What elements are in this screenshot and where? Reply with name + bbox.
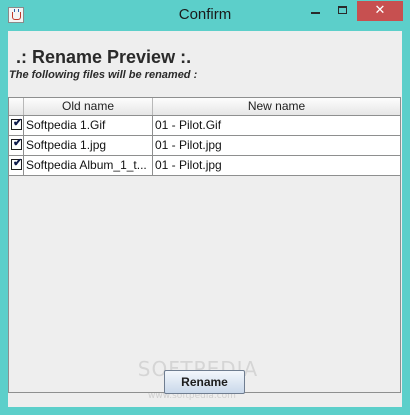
- old-name-cell[interactable]: Softpedia 1.Gif: [24, 116, 153, 135]
- new-name-cell[interactable]: 01 - Pilot.jpg: [153, 136, 400, 155]
- table-row[interactable]: ✔ Softpedia 1.Gif 01 - Pilot.Gif: [9, 116, 400, 136]
- checkmark-icon: ✔: [13, 157, 23, 169]
- old-name-cell[interactable]: Softpedia Album_1_t...: [24, 156, 153, 175]
- maximize-icon: [338, 6, 347, 14]
- row-check-cell[interactable]: ✔: [9, 136, 24, 155]
- table-row[interactable]: ✔ Softpedia Album_1_t... 01 - Pilot.jpg: [9, 156, 400, 176]
- rename-preview-table[interactable]: Old name New name ✔ Softpedia 1.Gif 01 -…: [8, 97, 401, 393]
- checkmark-icon: ✔: [13, 117, 23, 129]
- page-title: .: Rename Preview :.: [16, 47, 192, 67]
- maximize-button[interactable]: [330, 1, 356, 21]
- table-header: Old name New name: [9, 98, 400, 116]
- confirm-window: Confirm ✕ .: Rename Preview :. The follo…: [0, 0, 410, 415]
- close-icon: ✕: [374, 3, 386, 18]
- new-name-cell[interactable]: 01 - Pilot.Gif: [153, 116, 400, 135]
- title-bar[interactable]: Confirm ✕: [0, 0, 410, 30]
- close-button[interactable]: ✕: [357, 1, 403, 21]
- table-row[interactable]: ✔ Softpedia 1.jpg 01 - Pilot.jpg: [9, 136, 400, 156]
- column-header-check[interactable]: [9, 98, 24, 115]
- rename-button[interactable]: Rename: [164, 370, 245, 394]
- row-checkbox[interactable]: ✔: [11, 157, 23, 170]
- checkmark-icon: ✔: [13, 137, 23, 149]
- column-header-old-name[interactable]: Old name: [24, 98, 153, 115]
- new-name-cell[interactable]: 01 - Pilot.jpg: [153, 156, 400, 175]
- row-checkbox[interactable]: ✔: [11, 117, 23, 130]
- row-checkbox[interactable]: ✔: [11, 137, 23, 150]
- page-subtitle: The following files will be renamed :: [9, 69, 198, 81]
- column-header-new-name[interactable]: New name: [153, 98, 400, 115]
- row-check-cell[interactable]: ✔: [9, 116, 24, 135]
- minimize-button[interactable]: [302, 1, 328, 21]
- minimize-icon: [311, 12, 320, 14]
- old-name-cell[interactable]: Softpedia 1.jpg: [24, 136, 153, 155]
- dialog-content: .: Rename Preview :. The following files…: [8, 31, 402, 407]
- row-check-cell[interactable]: ✔: [9, 156, 24, 175]
